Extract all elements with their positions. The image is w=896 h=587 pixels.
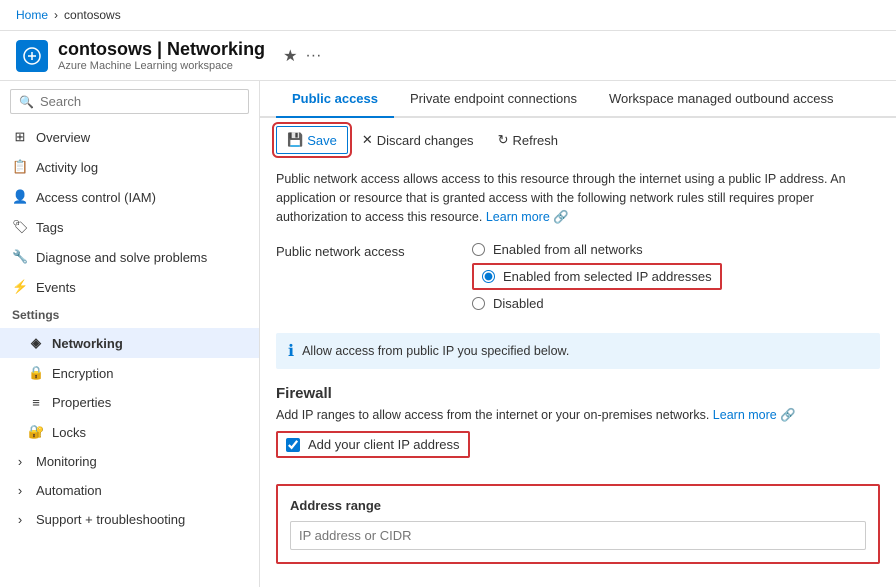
firewall-desc: Add IP ranges to allow access from the i…	[276, 408, 880, 423]
diagnose-icon: 🔧	[12, 249, 28, 265]
sidebar-item-label: Diagnose and solve problems	[36, 250, 207, 265]
save-label: Save	[307, 133, 337, 148]
monitoring-expand-icon: ›	[12, 454, 28, 469]
refresh-label: Refresh	[512, 133, 558, 148]
breadcrumb: Home › contosows	[0, 0, 896, 31]
radio-selected-addresses[interactable]: Enabled from selected IP addresses	[472, 263, 722, 290]
sidebar-item-label: Overview	[36, 130, 90, 145]
firewall-title: Firewall	[276, 385, 880, 402]
sidebar-item-label: Networking	[52, 336, 123, 351]
discard-label: Discard changes	[377, 133, 474, 148]
page-title: contosows | Networking	[58, 39, 265, 60]
search-box[interactable]: 🔍	[10, 89, 249, 114]
description-text: Public network access allows access to t…	[276, 172, 846, 224]
info-text: Allow access from public IP you specifie…	[302, 344, 569, 358]
breadcrumb-current: contosows	[64, 8, 121, 22]
address-range-input[interactable]	[290, 521, 866, 550]
search-icon: 🔍	[19, 95, 34, 109]
sidebar-item-automation[interactable]: › Automation	[0, 476, 259, 505]
sidebar-item-label: Locks	[52, 425, 86, 440]
encryption-icon: 🔒	[28, 365, 44, 381]
firewall-section: Firewall Add IP ranges to allow access f…	[260, 377, 896, 476]
sidebar-item-label: Properties	[52, 395, 111, 410]
toolbar: 💾 Save ✕ Discard changes ↻ Refresh	[260, 118, 896, 162]
networking-icon: ◈	[28, 335, 44, 351]
network-access-section: Public network access Enabled from all n…	[260, 234, 896, 325]
description-box: Public network access allows access to t…	[276, 170, 880, 226]
automation-expand-icon: ›	[12, 483, 28, 498]
sidebar-item-label: Support + troubleshooting	[36, 512, 185, 527]
sidebar-item-tags[interactable]: 🏷 Tags	[0, 212, 259, 242]
discard-button[interactable]: ✕ Discard changes	[352, 127, 484, 153]
sidebar-item-label: Activity log	[36, 160, 98, 175]
settings-section-header: Settings	[0, 302, 259, 328]
sidebar-item-label: Encryption	[52, 366, 113, 381]
workspace-icon	[16, 40, 48, 72]
tab-private-endpoints[interactable]: Private endpoint connections	[394, 81, 593, 118]
sidebar-item-label: Automation	[36, 483, 102, 498]
properties-icon: ≡	[28, 395, 44, 410]
sidebar-item-label: Tags	[36, 220, 63, 235]
address-range-title: Address range	[290, 498, 866, 513]
save-icon: 💾	[287, 132, 303, 148]
sidebar-item-networking[interactable]: ◈ Networking	[0, 328, 259, 358]
favorite-icon[interactable]: ★	[283, 46, 297, 66]
info-box: ℹ Allow access from public IP you specif…	[276, 333, 880, 369]
refresh-icon: ↻	[498, 132, 509, 148]
search-input[interactable]	[40, 94, 240, 109]
network-access-label: Public network access	[276, 242, 456, 259]
radio-disabled[interactable]: Disabled	[472, 296, 722, 311]
learn-more-link[interactable]: Learn more	[486, 210, 550, 224]
page-header: contosows | Networking Azure Machine Lea…	[0, 31, 896, 81]
radio-disabled-input[interactable]	[472, 297, 485, 310]
info-icon: ℹ	[288, 341, 294, 361]
more-icon[interactable]: ···	[305, 47, 321, 65]
header-actions: ★ ···	[283, 46, 321, 66]
sidebar-item-access-control[interactable]: 👤 Access control (IAM)	[0, 182, 259, 212]
radio-disabled-label: Disabled	[493, 296, 544, 311]
locks-icon: 🔐	[28, 424, 44, 440]
tab-outbound[interactable]: Workspace managed outbound access	[593, 81, 850, 118]
sidebar-item-encryption[interactable]: 🔒 Encryption	[0, 358, 259, 388]
sidebar-item-activity-log[interactable]: 📋 Activity log	[0, 152, 259, 182]
sidebar-item-events[interactable]: ⚡ Events	[0, 272, 259, 302]
tab-public-access[interactable]: Public access	[276, 81, 394, 118]
refresh-button[interactable]: ↻ Refresh	[488, 127, 568, 153]
radio-selected-input[interactable]	[482, 270, 495, 283]
support-expand-icon: ›	[12, 512, 28, 527]
sidebar-item-support[interactable]: › Support + troubleshooting	[0, 505, 259, 534]
radio-group: Enabled from all networks Enabled from s…	[472, 242, 722, 311]
sidebar-item-label: Events	[36, 280, 76, 295]
sidebar-item-diagnose[interactable]: 🔧 Diagnose and solve problems	[0, 242, 259, 272]
page-subtitle: Azure Machine Learning workspace	[58, 60, 265, 72]
radio-all-label: Enabled from all networks	[493, 242, 643, 257]
access-control-icon: 👤	[12, 189, 28, 205]
radio-all-input[interactable]	[472, 243, 485, 256]
sidebar-item-overview[interactable]: ⊞ Overview	[0, 122, 259, 152]
radio-all-networks[interactable]: Enabled from all networks	[472, 242, 722, 257]
client-ip-label: Add your client IP address	[308, 437, 460, 452]
tags-icon: 🏷	[12, 219, 28, 235]
overview-icon: ⊞	[12, 129, 28, 145]
sidebar-item-label: Access control (IAM)	[36, 190, 156, 205]
sidebar-item-properties[interactable]: ≡ Properties	[0, 388, 259, 417]
sidebar-item-monitoring[interactable]: › Monitoring	[0, 447, 259, 476]
title-area: contosows | Networking Azure Machine Lea…	[58, 39, 265, 72]
save-button[interactable]: 💾 Save	[276, 126, 348, 154]
radio-selected-label: Enabled from selected IP addresses	[503, 269, 712, 284]
events-icon: ⚡	[12, 279, 28, 295]
sidebar-item-locks[interactable]: 🔐 Locks	[0, 417, 259, 447]
sidebar-item-label: Monitoring	[36, 454, 97, 469]
sidebar: 🔍 ⊞ Overview 📋 Activity log 👤 Access con…	[0, 81, 260, 587]
breadcrumb-home[interactable]: Home	[16, 8, 48, 22]
firewall-learn-more[interactable]: Learn more	[713, 408, 777, 422]
address-range-box: Address range	[276, 484, 880, 564]
main-content: Public access Private endpoint connectio…	[260, 81, 896, 587]
activity-log-icon: 📋	[12, 159, 28, 175]
client-ip-checkbox[interactable]	[286, 438, 300, 452]
client-ip-checkbox-row[interactable]: Add your client IP address	[276, 431, 470, 458]
tabs: Public access Private endpoint connectio…	[260, 81, 896, 118]
discard-icon: ✕	[362, 132, 373, 148]
